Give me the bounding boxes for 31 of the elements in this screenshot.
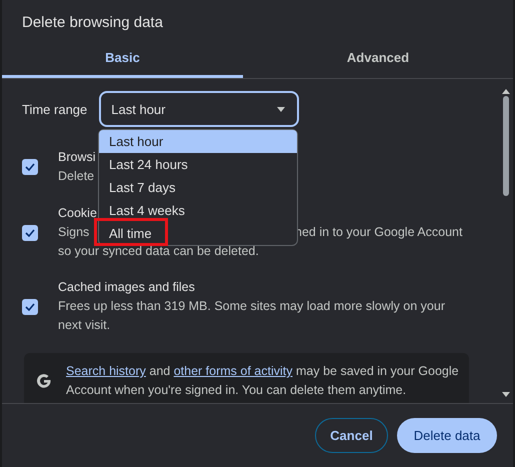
dropdown-option[interactable]: Last hour xyxy=(99,130,297,153)
link[interactable]: other forms of activity xyxy=(174,364,293,378)
option-description: Frees up less than 319 MB. Some sites may load more slowly on your xyxy=(58,298,445,315)
option-description: so your synced data can be deleted. xyxy=(58,243,259,260)
dropdown-option[interactable]: Last 7 days xyxy=(99,176,297,199)
link[interactable]: Search history xyxy=(66,364,146,378)
info-text: Search history and other forms of activity may be saved in your Google Account when you're signed in. You can delete them anytime. xyxy=(66,363,459,399)
g-logo-icon xyxy=(36,373,52,389)
tab[interactable]: Basic xyxy=(2,40,243,78)
check-icon xyxy=(25,163,35,171)
dialog-title: Delete browsing data xyxy=(21,13,163,32)
option-description: Delete xyxy=(58,168,94,185)
caret-icon xyxy=(277,106,286,112)
checkbox[interactable] xyxy=(22,298,38,314)
delete-button[interactable]: Delete data xyxy=(397,418,497,453)
tab[interactable]: Advanced xyxy=(243,40,513,78)
dropdown-option[interactable]: Last 24 hours xyxy=(99,153,297,176)
check-icon xyxy=(25,302,35,310)
dropdown-option[interactable]: All time xyxy=(99,222,297,245)
time-range-label: Time range xyxy=(22,102,88,116)
option-description: Signs xyxy=(58,224,90,241)
option-description: next visit. xyxy=(58,317,110,334)
option-title: Cookie xyxy=(58,205,97,222)
option-title: Cached images and files xyxy=(58,279,195,296)
checkbox[interactable] xyxy=(22,159,38,175)
option-title: Browsi xyxy=(58,149,96,166)
checkbox[interactable] xyxy=(22,224,38,240)
dropdown-option[interactable]: Last 4 weeks xyxy=(99,199,297,222)
cancel-button[interactable]: Cancel xyxy=(315,418,388,453)
time-range-dropdown[interactable]: Last hour xyxy=(99,91,300,127)
check-icon xyxy=(25,228,35,236)
